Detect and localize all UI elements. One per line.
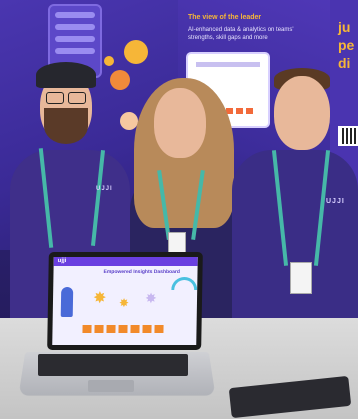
- side-panel-text: ju pe di: [338, 19, 355, 71]
- app-logo: ujji: [57, 258, 67, 264]
- shirt-logo: UJJI: [326, 198, 345, 205]
- laptop-screen: ujji Empowered Insights Dashboard ✸ ✸ ✸: [47, 252, 203, 350]
- decorative-dot-icon: [104, 56, 114, 66]
- star-icon: ✸: [92, 290, 107, 307]
- avatar-bubble-icon: [110, 70, 130, 90]
- team-figure-icon: [60, 287, 74, 317]
- booth-photo: The view of the leader AI-enhanced data …: [0, 0, 358, 419]
- wall-description: AI-enhanced data & analytics on teams' s…: [188, 27, 294, 41]
- name-badge: [290, 262, 312, 294]
- star-icon: ✸: [118, 296, 130, 310]
- star-icon: ✸: [144, 290, 157, 306]
- shirt-logo: UJJI: [96, 186, 113, 192]
- trackpad: [88, 380, 134, 392]
- keyboard: [38, 354, 188, 376]
- dashboard-display: ujji Empowered Insights Dashboard ✸ ✸ ✸: [52, 257, 198, 345]
- avatar-bubble-icon: [124, 40, 148, 64]
- gauge-icon: [171, 277, 198, 290]
- wall-headline: The view of the leader: [188, 14, 262, 21]
- qr-code-icon: [338, 126, 358, 146]
- dashboard-title: Empowered Insights Dashboard: [103, 269, 180, 275]
